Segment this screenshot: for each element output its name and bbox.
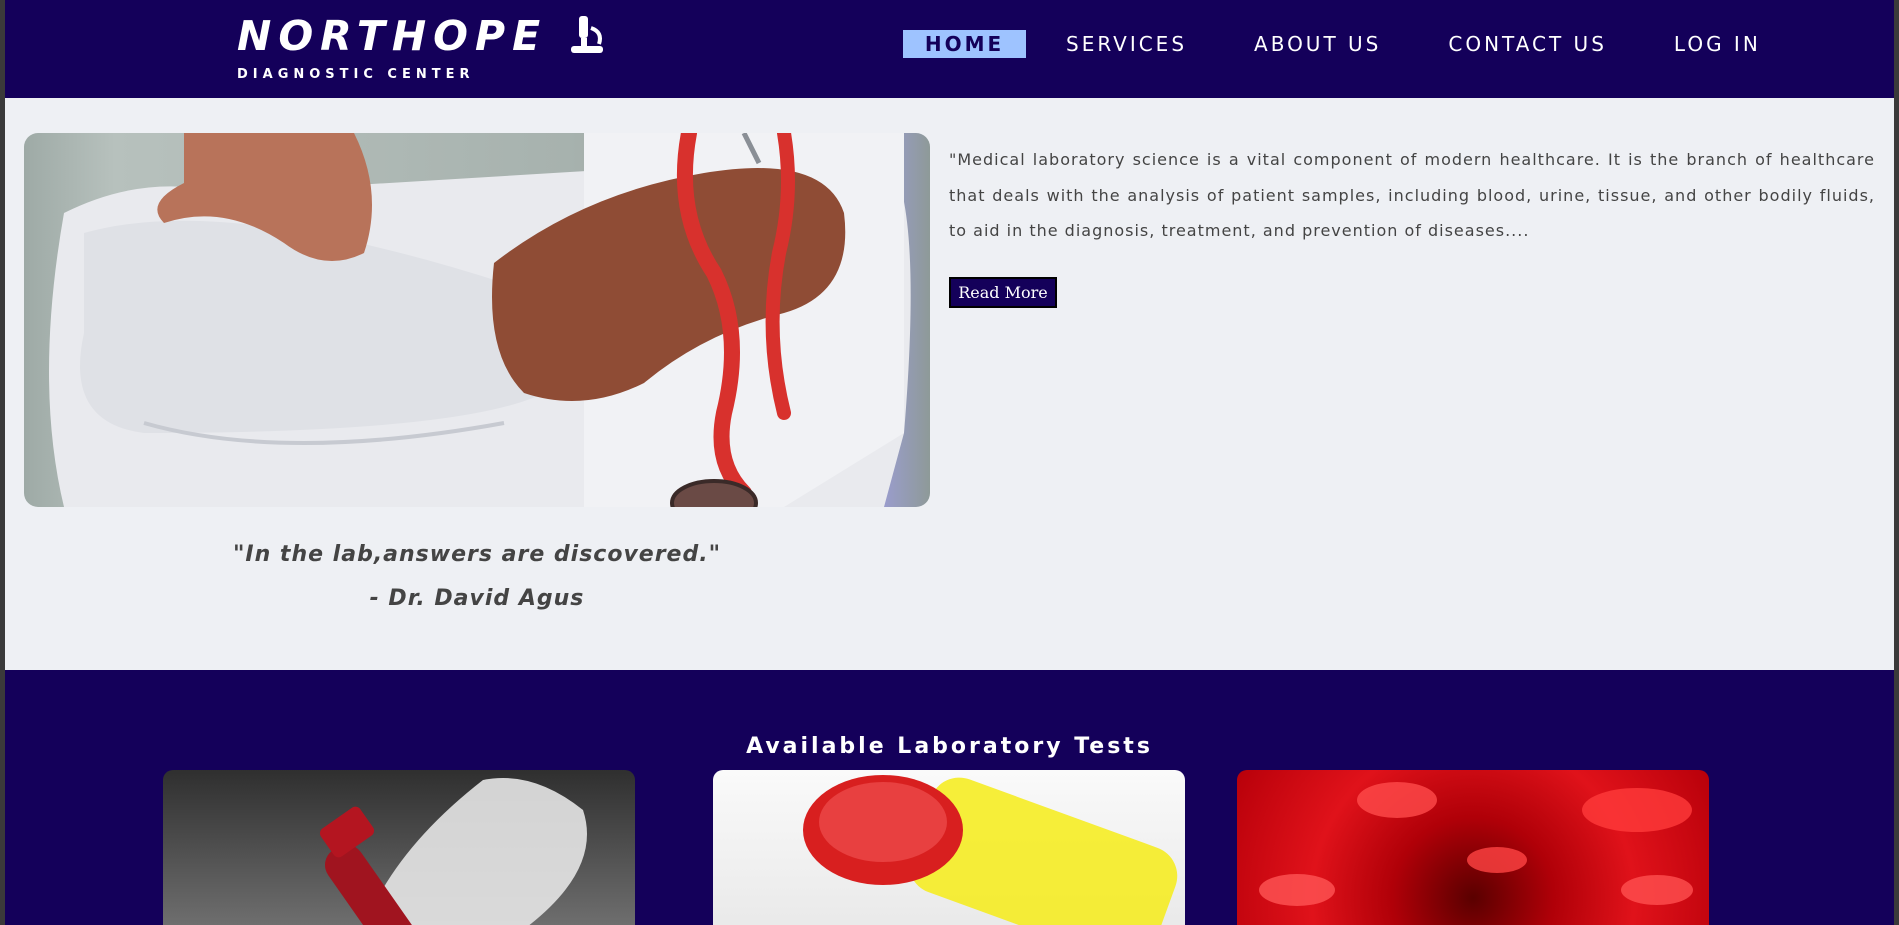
header: NORTHOPE DIAGNOSTIC CENTER HOME SERVICES… (5, 0, 1894, 98)
nav-home[interactable]: HOME (903, 30, 1026, 58)
tests-section: Available Laboratory Tests (5, 670, 1894, 925)
urine-sample-cup-image[interactable] (713, 770, 1185, 925)
nav-services[interactable]: SERVICES (1066, 30, 1187, 58)
test-tube-illustration (319, 778, 587, 925)
intro-text: "Medical laboratory science is a vital c… (949, 150, 1875, 240)
doctor-with-stethoscope-image (24, 133, 930, 507)
blood-test-tube-image[interactable] (163, 770, 635, 925)
nav-about-us[interactable]: ABOUT US (1254, 30, 1381, 58)
brand-name: NORTHOPE (237, 12, 548, 60)
main-nav: HOME SERVICES ABOUT US CONTACT US LOG IN (903, 30, 1761, 58)
brand-logo[interactable]: NORTHOPE DIAGNOSTIC CENTER (237, 12, 609, 82)
brand-subtitle: DIAGNOSTIC CENTER (237, 67, 475, 82)
blood-cells-illustration (1259, 782, 1693, 906)
urine-cup-illustration (803, 775, 1178, 925)
brand-name-row: NORTHOPE (237, 12, 609, 60)
nav-contact-us[interactable]: CONTACT US (1448, 30, 1607, 58)
page: NORTHOPE DIAGNOSTIC CENTER HOME SERVICES… (5, 0, 1894, 925)
red-blood-cells-image[interactable] (1237, 770, 1709, 925)
microscope-icon (571, 16, 604, 53)
quote-author: - Dr. David Agus (369, 586, 585, 611)
tests-title: Available Laboratory Tests (746, 734, 1153, 759)
nav-log-in[interactable]: LOG IN (1674, 30, 1761, 58)
read-more-button[interactable]: Read More (949, 277, 1057, 308)
quote-text: "In the lab,answers are discovered." (232, 542, 722, 567)
doctor-illustration (49, 133, 911, 507)
